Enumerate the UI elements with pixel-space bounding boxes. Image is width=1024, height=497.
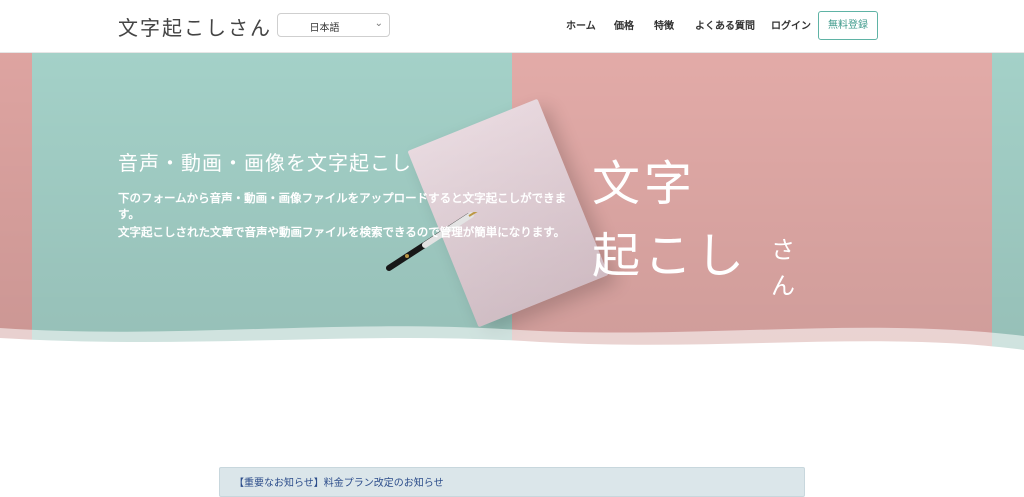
hero-title-line2: 起こし (592, 228, 749, 284)
hero-wave-divider (0, 326, 1024, 370)
hero-title-small-2: ん (771, 272, 795, 300)
site-header: 文字起こしさん 日本語 ⌄ ホーム 価格 特徴 よくある質問 ログイン 無料登録 (0, 0, 1024, 53)
notice-text[interactable]: 【重要なお知らせ】料金プラン改定のお知らせ (234, 478, 444, 489)
language-selected-value: 日本語 (309, 23, 340, 34)
nav-link-price[interactable]: 価格 (614, 17, 634, 32)
notice-banner[interactable]: 【重要なお知らせ】料金プラン改定のお知らせ (219, 467, 805, 497)
language-select[interactable]: 日本語 ⌄ (277, 13, 390, 37)
hero-title-small-1: さ (771, 236, 795, 264)
nav-link-features[interactable]: 特徴 (654, 17, 674, 32)
nav-link-home[interactable]: ホーム (566, 17, 596, 32)
nav-link-login[interactable]: ログイン (771, 17, 811, 32)
nav-link-faq[interactable]: よくある質問 (695, 17, 755, 32)
hero-description-1: 下のフォームから音声・動画・画像ファイルをアップロードすると文字起こしができます… (118, 191, 567, 221)
hero-description-2: 文字起こしされた文章で音声や動画ファイルを検索できるので管理が簡単になります。 (118, 225, 566, 239)
chevron-down-icon: ⌄ (374, 18, 383, 29)
hero-title-line1: 文字 (592, 156, 697, 212)
signup-button[interactable]: 無料登録 (818, 11, 878, 40)
hero-heading: 音声・動画・画像を文字起こし (118, 151, 412, 175)
hero-section: 音声・動画・画像を文字起こし 下のフォームから音声・動画・画像ファイルをアップロ… (0, 52, 1024, 352)
site-logo[interactable]: 文字起こしさん (118, 12, 272, 41)
